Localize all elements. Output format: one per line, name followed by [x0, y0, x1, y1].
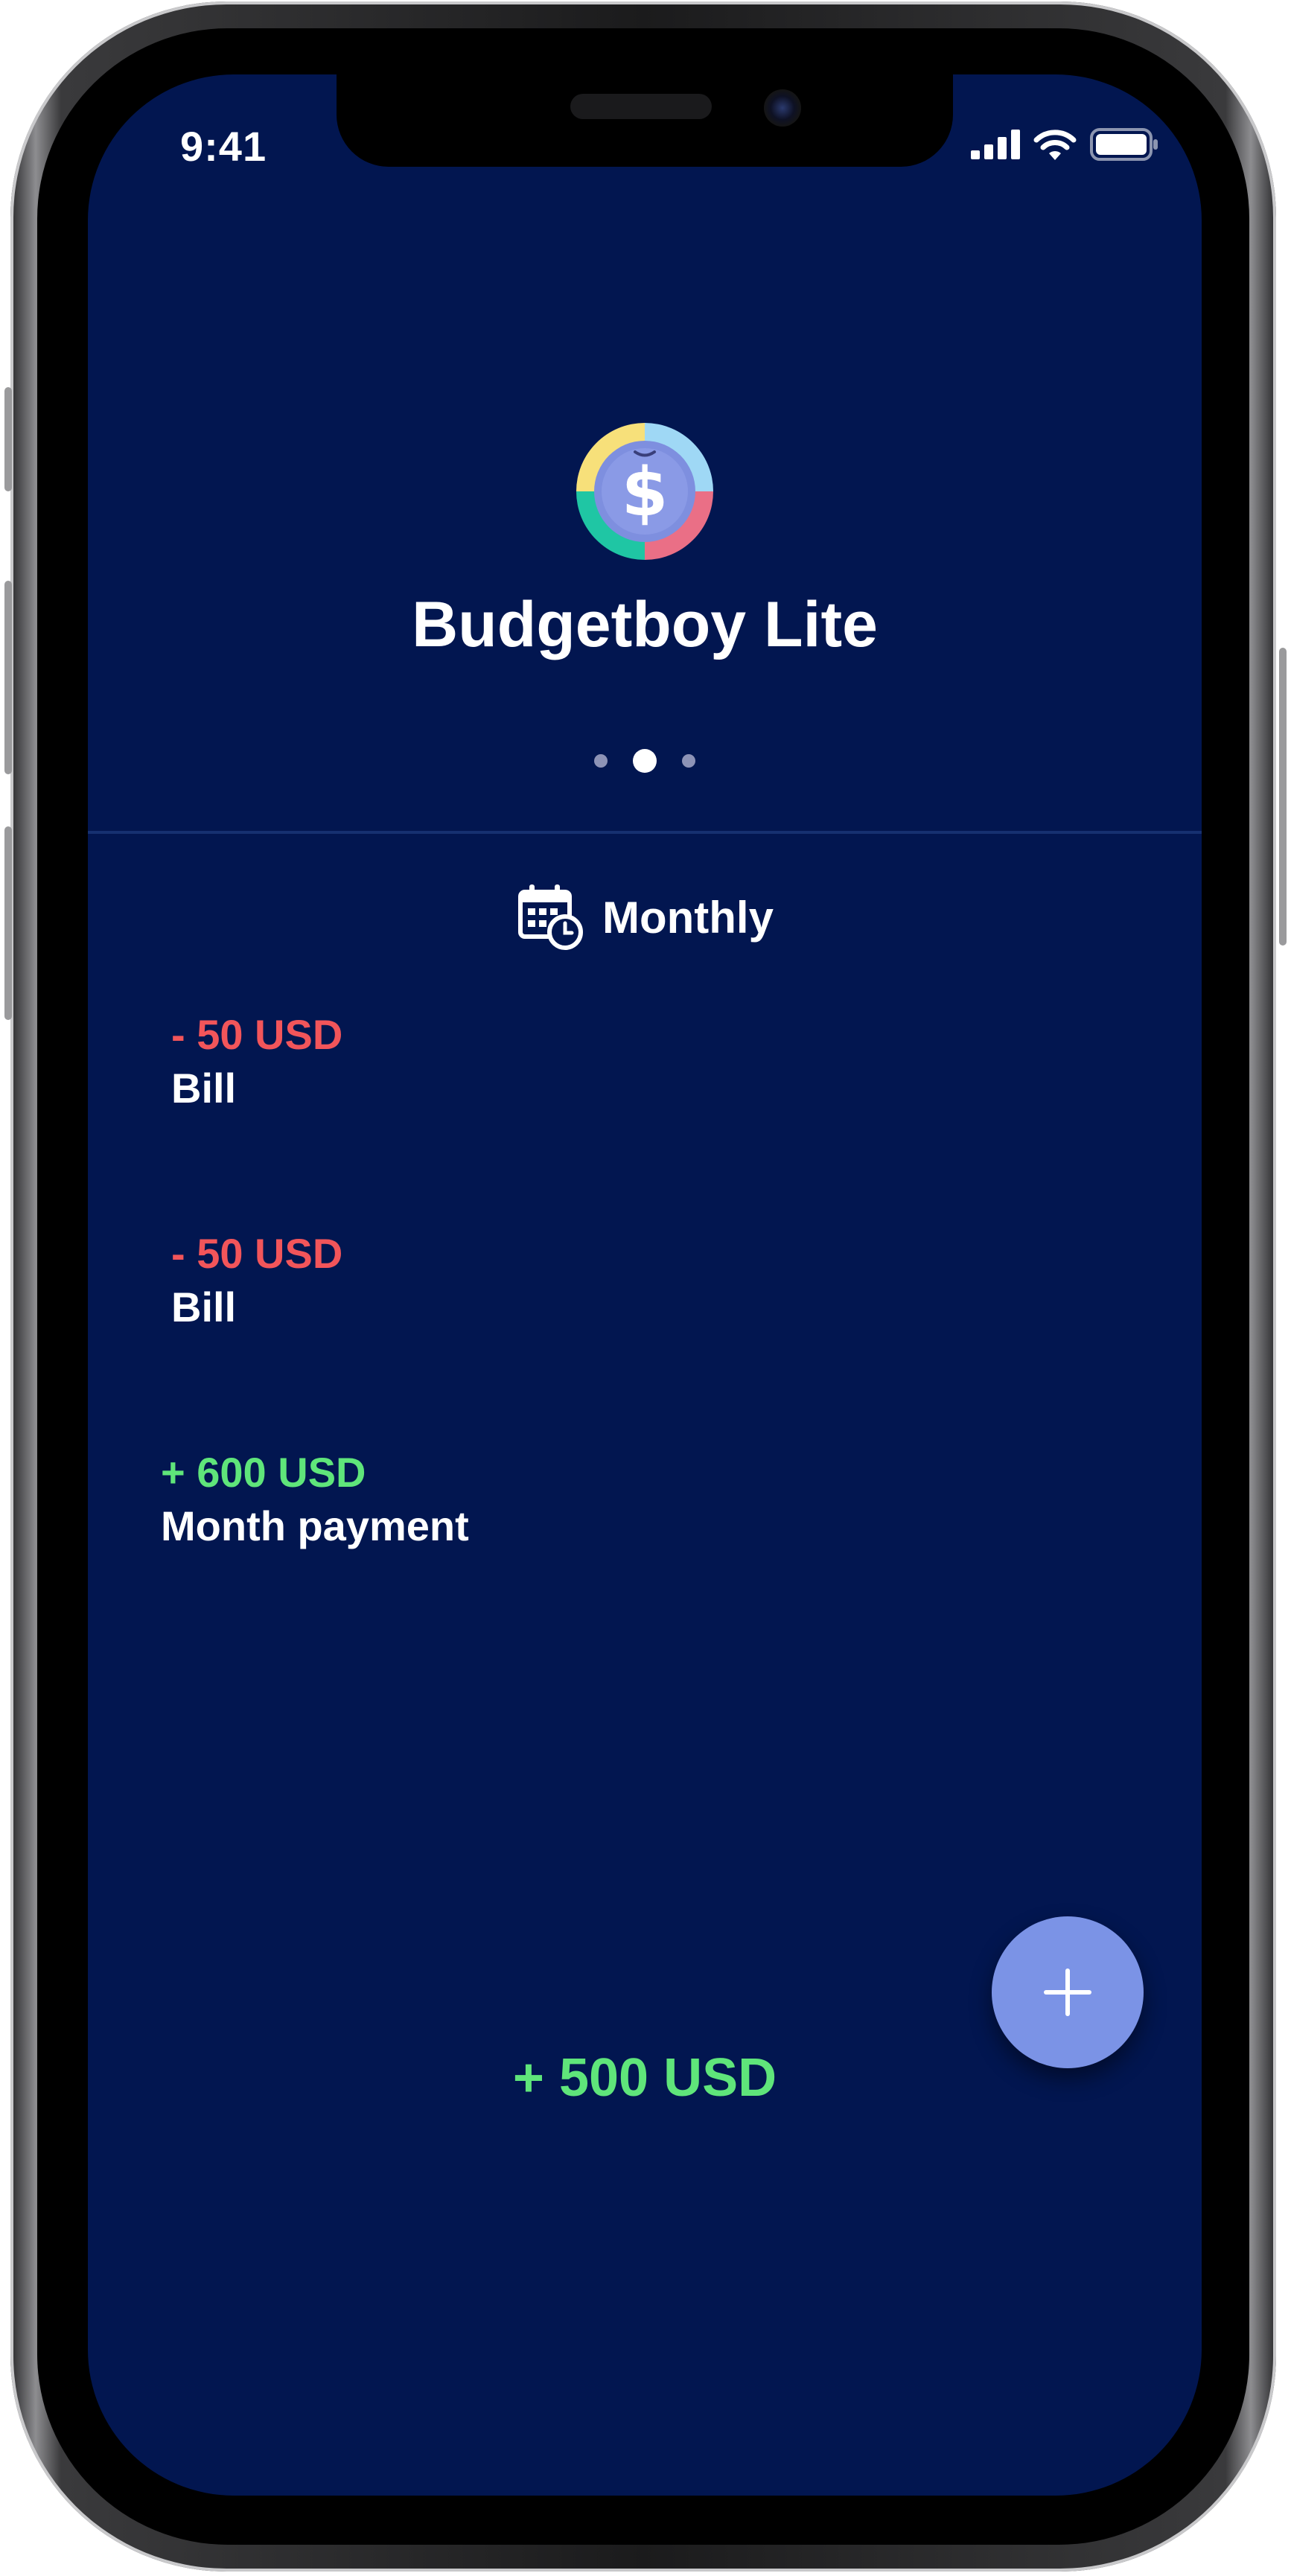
plus-icon: [1044, 1968, 1091, 2016]
transaction-item[interactable]: - 50 USD Bill: [171, 1008, 342, 1115]
volume-up-button: [4, 581, 12, 774]
notch: [337, 74, 953, 167]
transaction-amount: - 50 USD: [171, 1230, 343, 1277]
page-dot-2-active[interactable]: [633, 749, 657, 773]
transaction-label: Bill: [171, 1284, 237, 1330]
mute-switch: [4, 387, 12, 491]
page-indicator[interactable]: [88, 749, 1202, 773]
add-transaction-button[interactable]: [992, 1916, 1144, 2068]
transaction-item[interactable]: - 50 USD Bill: [171, 1227, 342, 1334]
header-divider: [88, 831, 1202, 834]
page-dot-1[interactable]: [594, 754, 608, 768]
transaction-amount: - 50 USD: [171, 1011, 343, 1058]
speaker: [570, 94, 712, 119]
status-icons: [971, 127, 1158, 162]
transaction-label: Bill: [171, 1065, 237, 1112]
front-camera: [764, 89, 801, 127]
calendar-clock-icon: [518, 884, 584, 950]
status-time: 9:41: [180, 123, 267, 170]
svg-text:$: $: [622, 453, 669, 532]
battery-icon: [1090, 128, 1158, 161]
app-title: Budgetboy Lite: [412, 589, 878, 660]
power-button: [1279, 648, 1287, 946]
period-selector[interactable]: Monthly: [88, 883, 1202, 951]
period-label: Monthly: [602, 892, 774, 943]
transaction-amount: + 600 USD: [161, 1449, 366, 1496]
app-screen: 9:41 $ Budgetboy Lite Monthly - 50 USD B…: [88, 74, 1202, 2496]
volume-down-button: [4, 826, 12, 1020]
dollar-coin-icon: $: [576, 423, 713, 560]
signal-icon: [971, 130, 1020, 159]
transaction-label: Month payment: [161, 1502, 469, 1549]
wifi-icon: [1033, 130, 1077, 160]
page-dot-3[interactable]: [682, 754, 695, 768]
transaction-item[interactable]: + 600 USD Month payment: [161, 1446, 469, 1553]
